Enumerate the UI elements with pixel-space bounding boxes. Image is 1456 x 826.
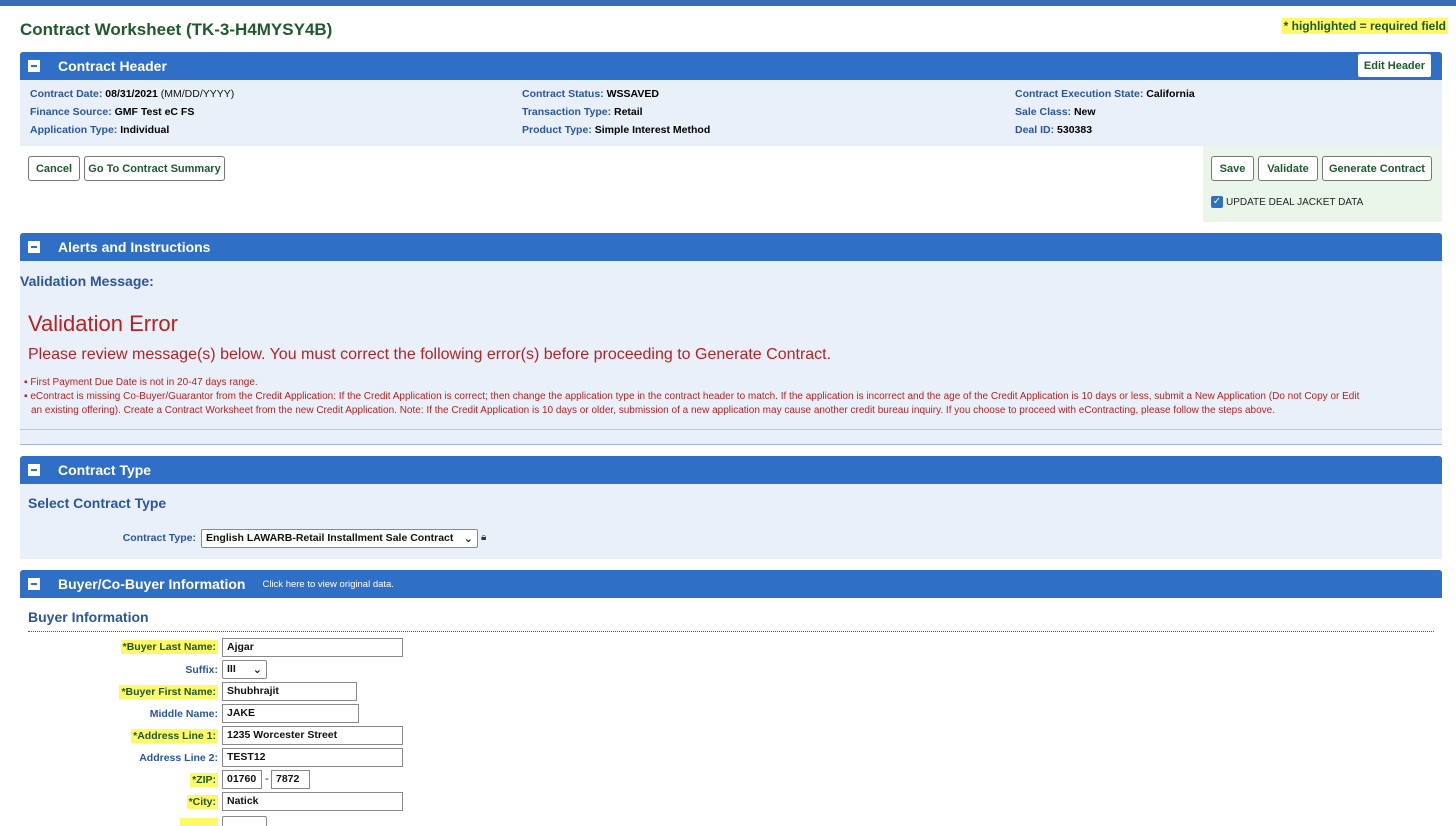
buyer-info-title: Buyer/Co-Buyer Information xyxy=(58,576,246,592)
collapse-icon[interactable] xyxy=(28,578,40,590)
finance-source-field: Finance Source: GMF Test eC FS xyxy=(30,106,195,118)
buyer-last-name-label: *Buyer Last Name: xyxy=(120,640,218,654)
update-deal-jacket-label: UPDATE DEAL JACKET DATA xyxy=(1226,196,1364,208)
top-accent-bar xyxy=(0,0,1456,6)
collapse-icon[interactable] xyxy=(28,60,40,72)
select-contract-type-heading: Select Contract Type xyxy=(28,495,167,511)
product-type-field: Product Type: Simple Interest Method xyxy=(522,124,711,136)
validation-error-subtitle: Please review message(s) below. You must… xyxy=(28,346,832,363)
suffix-select[interactable]: III ⌄ xyxy=(222,660,267,679)
contract-header-body: Contract Date: 08/31/2021 (MM/DD/YYYY) F… xyxy=(20,80,1442,146)
address-line-2-input[interactable]: TEST12 xyxy=(222,748,403,767)
contract-type-body: Select Contract Type Contract Type: Engl… xyxy=(20,484,1442,559)
collapse-icon[interactable] xyxy=(28,241,40,253)
contract-type-select[interactable]: English LAWARB-Retail Installment Sale C… xyxy=(201,529,478,548)
city-label: *City: xyxy=(186,795,218,809)
page-title: Contract Worksheet (TK-3-H4MYSY4B) xyxy=(20,20,333,39)
application-type-field: Application Type: Individual xyxy=(30,124,170,136)
state-select[interactable] xyxy=(222,816,267,826)
state-label-partial xyxy=(180,818,218,826)
error-message-item: ▪ First Payment Due Date is not in 20-47… xyxy=(24,377,258,388)
lock-icon[interactable]: 🔒︎ xyxy=(481,532,486,543)
chevron-down-icon: ⌄ xyxy=(252,664,262,676)
validate-button[interactable]: Validate xyxy=(1258,156,1318,181)
divider xyxy=(20,429,1442,430)
zip-separator: - xyxy=(265,773,269,785)
update-deal-jacket-row: ✓ UPDATE DEAL JACKET DATA xyxy=(1211,196,1363,208)
middle-name-input[interactable]: JAKE xyxy=(222,704,359,723)
contract-type-bar[interactable]: Contract Type xyxy=(20,456,1442,484)
contract-type-label: Contract Type: xyxy=(122,532,196,544)
contract-header-title: Contract Header xyxy=(58,58,167,74)
address-line-1-label: *Address Line 1: xyxy=(131,729,218,743)
chevron-down-icon: ⌄ xyxy=(463,533,473,545)
buyer-information-heading: Buyer Information xyxy=(28,609,149,625)
buyer-info-body: Buyer Information *Buyer Last Name: Ajga… xyxy=(20,598,1442,826)
cancel-button[interactable]: Cancel xyxy=(28,156,80,181)
zip-label: *ZIP: xyxy=(190,773,218,787)
address-line-2-label: Address Line 2: xyxy=(139,752,218,764)
buyer-last-name-input[interactable]: Ajgar xyxy=(222,638,403,657)
buyer-first-name-input[interactable]: Shubhrajit xyxy=(222,682,357,701)
update-deal-jacket-checkbox[interactable]: ✓ xyxy=(1211,196,1223,208)
contract-type-title: Contract Type xyxy=(58,462,152,478)
go-to-contract-summary-button[interactable]: Go To Contract Summary xyxy=(84,156,225,181)
contract-status-field: Contract Status: WSSAVED xyxy=(522,88,659,100)
alerts-body: Validation Message: Validation Error Ple… xyxy=(20,261,1442,445)
divider xyxy=(28,631,1434,632)
required-field-note: * highlighted = required field xyxy=(1281,18,1448,34)
buyer-first-name-label: *Buyer First Name: xyxy=(119,685,218,699)
execution-state-field: Contract Execution State: California xyxy=(1015,88,1195,100)
error-message-item-continued: an existing offering). Create a Contract… xyxy=(31,405,1276,416)
address-line-1-input[interactable]: 1235 Worcester Street xyxy=(222,726,403,745)
edit-header-button[interactable]: Edit Header xyxy=(1357,53,1432,78)
contract-date-field: Contract Date: 08/31/2021 (MM/DD/YYYY) xyxy=(30,88,235,100)
validation-error-title: Validation Error xyxy=(28,311,178,336)
suffix-label: Suffix: xyxy=(185,664,218,676)
middle-name-label: Middle Name: xyxy=(149,708,218,720)
contract-header-bar[interactable]: Contract Header xyxy=(20,52,1442,80)
buyer-info-bar[interactable]: Buyer/Co-Buyer Information Click here to… xyxy=(20,570,1442,598)
transaction-type-field: Transaction Type: Retail xyxy=(522,106,643,118)
generate-contract-button[interactable]: Generate Contract xyxy=(1322,156,1432,181)
collapse-icon[interactable] xyxy=(28,464,40,476)
deal-id-field: Deal ID: 530383 xyxy=(1015,124,1093,136)
validation-message-label: Validation Message: xyxy=(20,273,154,289)
alerts-title: Alerts and Instructions xyxy=(58,239,211,255)
zip-plus4-input[interactable]: 7872 xyxy=(271,770,310,789)
save-button[interactable]: Save xyxy=(1211,156,1254,181)
city-input[interactable]: Natick xyxy=(222,792,403,811)
sale-class-field: Sale Class: New xyxy=(1015,106,1096,118)
error-message-item: ▪ eContract is missing Co-Buyer/Guaranto… xyxy=(24,391,1360,402)
view-original-data-link[interactable]: Click here to view original data. xyxy=(262,579,393,590)
zip-input[interactable]: 01760 xyxy=(222,770,262,789)
alerts-bar[interactable]: Alerts and Instructions xyxy=(20,233,1442,261)
